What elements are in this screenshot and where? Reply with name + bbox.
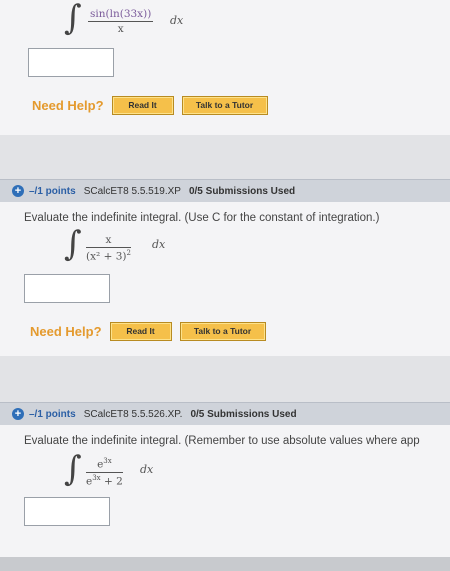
question-1-header: + –/1 points SCalcET8 5.5.519.XP 0/5 Sub… (0, 179, 450, 202)
question-0-body: ∫ sin(ln(33x)) x dx Need Help? Read It T… (0, 0, 450, 135)
dx-label: dx (140, 463, 154, 476)
answer-input-q2[interactable] (24, 497, 110, 526)
fraction-bar (86, 247, 131, 248)
dx-label: dx (152, 238, 166, 251)
fraction-bar (88, 21, 154, 22)
talk-to-tutor-button[interactable]: Talk to a Tutor (181, 95, 268, 115)
read-it-button[interactable]: Read It (109, 321, 172, 341)
answer-input-q1[interactable] (24, 274, 110, 303)
help-row-q1: Need Help? Read It Talk to a Tutor (30, 320, 266, 342)
dx-label: dx (170, 14, 184, 27)
question-1-body: Evaluate the indefinite integral. (Use C… (0, 202, 450, 356)
integral-expression-q1: ∫ x (x² + 3)2 dx (64, 224, 214, 268)
bottom-edge-bar (0, 557, 450, 571)
question-code: SCalcET8 5.5.519.XP (83, 185, 181, 197)
read-it-button[interactable]: Read It (111, 95, 174, 115)
integrand-denominator: x (117, 23, 124, 35)
need-help-label: Need Help? (32, 97, 104, 113)
integrand-numerator: x (105, 234, 112, 246)
help-row-q0: Need Help? Read It Talk to a Tutor (32, 94, 268, 116)
need-help-label: Need Help? (30, 323, 102, 339)
question-prompt: Evaluate the indefinite integral. (Use C… (24, 212, 380, 224)
denominator-tail: + 2 (100, 475, 123, 487)
integrand-numerator: sin(ln(33x)) (90, 8, 152, 20)
fraction-bar (86, 471, 123, 473)
points-label: –/1 points (29, 408, 76, 420)
question-code: SCalcET8 5.5.526.XP. (83, 408, 183, 420)
integrand-denominator: (x² + 3)2 (86, 249, 131, 263)
submissions-label: 0/5 Submissions Used (190, 408, 297, 420)
integrand-fraction: e3x e3x + 2 (86, 457, 123, 487)
integral-sign: ∫ (64, 224, 82, 264)
section-gap (0, 135, 450, 179)
points-label: –/1 points (29, 185, 76, 197)
question-2-header: + –/1 points SCalcET8 5.5.526.XP. 0/5 Su… (0, 402, 450, 425)
expand-icon[interactable]: + (12, 185, 24, 197)
section-gap (0, 356, 450, 402)
answer-input-q0[interactable] (28, 48, 114, 77)
denominator-exponent: 3x (92, 473, 101, 482)
question-2-body: Evaluate the indefinite integral. (Remem… (0, 425, 450, 557)
integral-expression-q2: ∫ e3x e3x + 2 dx (64, 449, 214, 493)
integral-sign: ∫ (64, 0, 82, 38)
expand-icon[interactable]: + (12, 408, 24, 420)
integral-expression-q0: ∫ sin(ln(33x)) x dx (64, 0, 214, 42)
denominator-base: (x² + 3) (86, 250, 127, 263)
integrand-fraction: sin(ln(33x)) x (88, 8, 154, 35)
integrand-denominator: e3x + 2 (86, 474, 123, 488)
denominator-exponent: 2 (126, 249, 131, 257)
integrand-numerator: e3x (86, 457, 123, 471)
talk-to-tutor-button[interactable]: Talk to a Tutor (179, 321, 266, 341)
question-prompt: Evaluate the indefinite integral. (Remem… (24, 435, 420, 447)
integral-sign: ∫ (64, 449, 82, 489)
numerator-exponent: 3x (103, 457, 112, 465)
submissions-label: 0/5 Submissions Used (188, 185, 296, 197)
integrand-fraction: x (x² + 3)2 (86, 234, 131, 263)
